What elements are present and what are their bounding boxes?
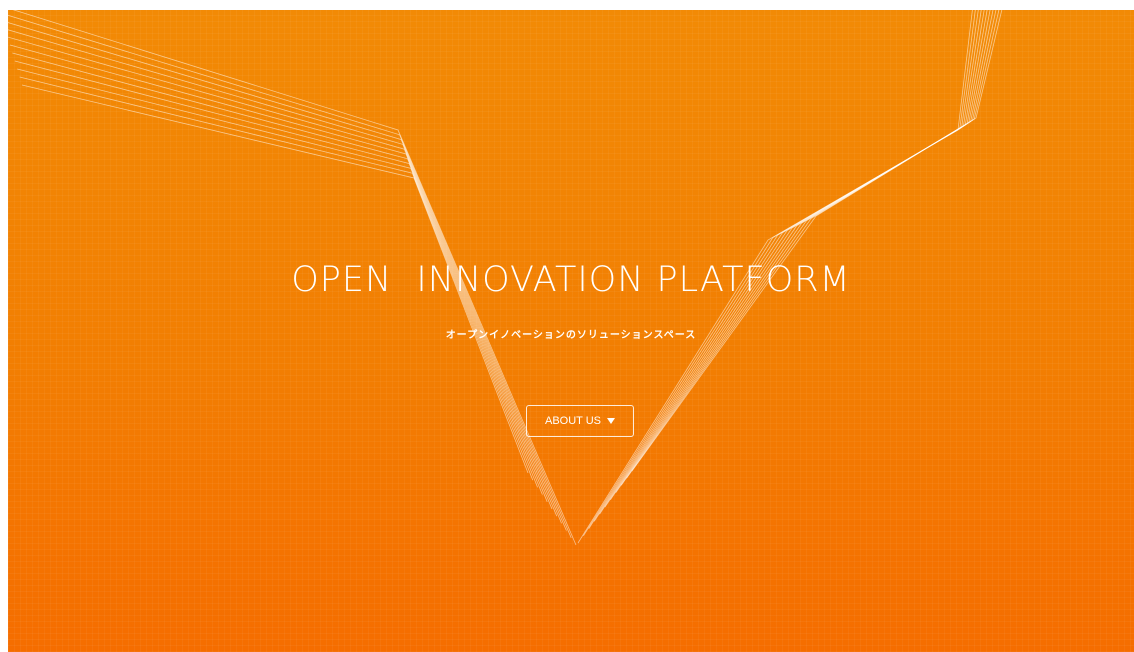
hero-subtitle: オープンイノベーションのソリューションスペース xyxy=(445,330,697,341)
line-art-stroke xyxy=(610,10,991,501)
about-us-button-label: ABOUT US xyxy=(544,415,602,427)
caret-down-icon xyxy=(607,418,616,424)
hero-section: OPEN INNOVATION PLATFORM オープンイノベーションのソリュ… xyxy=(8,10,1134,652)
line-art-stroke xyxy=(615,10,994,493)
hero-title: OPEN INNOVATION PLATFORM xyxy=(291,260,851,300)
page-frame: OPEN INNOVATION PLATFORM オープンイノベーションのソリュ… xyxy=(0,0,1134,652)
about-us-button[interactable]: ABOUT US xyxy=(526,405,634,437)
line-art-stroke xyxy=(626,10,1000,479)
line-art-stroke xyxy=(631,10,1003,472)
line-art-stroke xyxy=(604,10,988,508)
line-art-stroke xyxy=(620,10,997,486)
